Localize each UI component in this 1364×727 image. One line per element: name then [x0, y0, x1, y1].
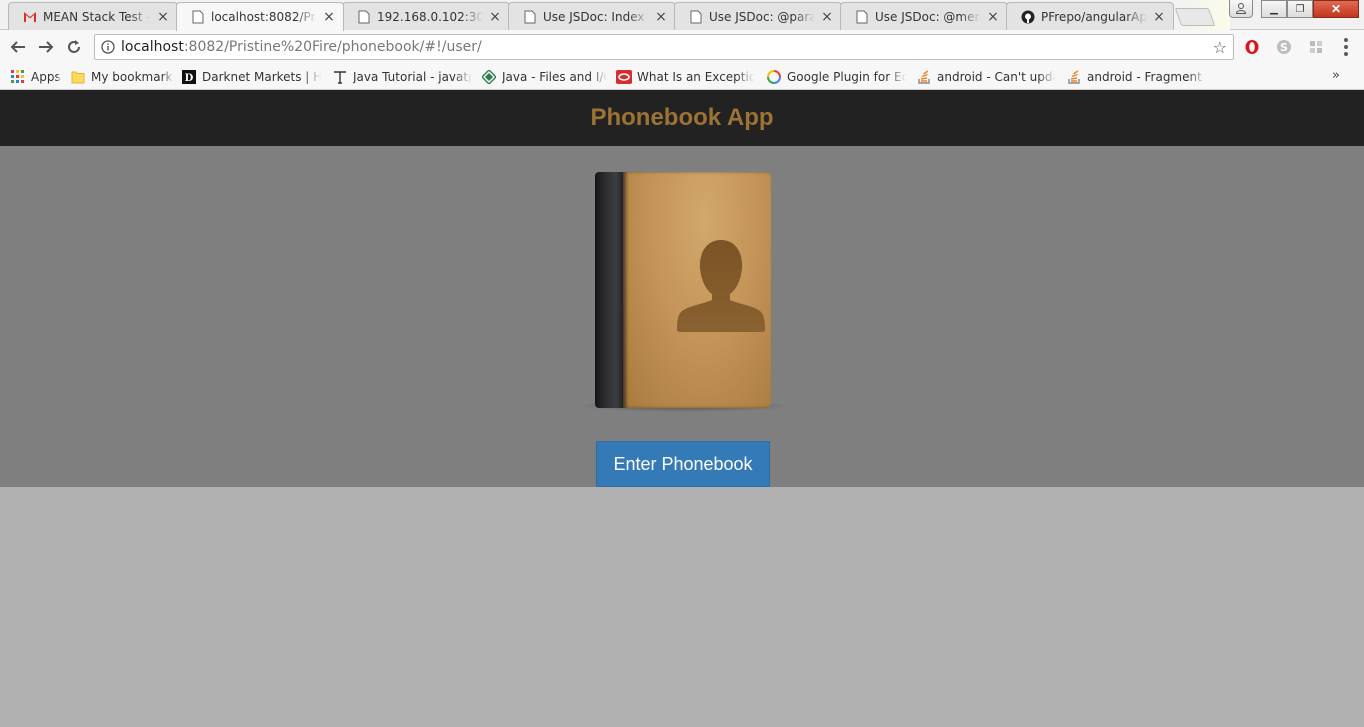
reload-icon [68, 40, 80, 53]
app-title: Phonebook App [590, 104, 774, 131]
tab-title: Use JSDoc: Index [543, 9, 645, 24]
puzzle-extension-icon[interactable] [1307, 38, 1325, 56]
bookmark-label: Apps [31, 70, 61, 84]
bookmark-android-update[interactable]: android - Can't updat [916, 68, 1056, 86]
back-arrow-icon [10, 41, 25, 53]
opera-extension-icon[interactable] [1243, 38, 1261, 56]
tab-title: Use JSDoc: @param [709, 9, 815, 24]
forward-button[interactable] [34, 35, 58, 59]
stackoverflow-icon [916, 69, 932, 85]
tab-title: 192.168.0.102:3000/ [377, 9, 483, 24]
book-spine [595, 172, 625, 408]
bookmark-folder[interactable]: My bookmarks [70, 68, 174, 86]
tab-jsdoc-index[interactable]: Use JSDoc: Index × [508, 2, 676, 30]
app-header: Phonebook App [0, 90, 1364, 146]
info-icon[interactable] [95, 40, 121, 54]
tab-title: localhost:8082/Pristine [211, 10, 317, 24]
bookmark-label: android - Fragment in [1087, 70, 1206, 84]
tab-jsdoc-member[interactable]: Use JSDoc: @memb × [840, 2, 1008, 30]
bookmark-label: android - Can't updat [937, 70, 1056, 84]
bookmark-oracle[interactable]: What Is an Exception? [616, 68, 754, 86]
tab-title: MEAN Stack Test - [43, 9, 151, 24]
bookmark-label: Java - Files and I/O [502, 70, 607, 84]
url-host: localhost [121, 39, 184, 55]
close-window-button[interactable]: ✕ [1313, 0, 1359, 18]
tab-close-icon[interactable]: × [985, 9, 1001, 25]
bookmarks-bar: Apps My bookmarks D Darknet Markets | Ho… [0, 64, 1364, 90]
profile-icon[interactable] [1229, 0, 1253, 18]
bookmark-label: What Is an Exception? [637, 70, 754, 84]
restore-button[interactable]: ❐ [1287, 0, 1313, 18]
page-icon [855, 10, 869, 24]
bookmark-label: My bookmarks [91, 70, 174, 84]
tab-title: PFrepo/angularApp [1041, 9, 1147, 24]
hero-section: Enter Phonebook [0, 146, 1364, 487]
page-icon [191, 10, 205, 24]
tab-close-icon[interactable]: × [653, 9, 669, 25]
bookmark-darknet[interactable]: D Darknet Markets | Ho [181, 68, 321, 86]
tab-jsdoc-param[interactable]: Use JSDoc: @param × [674, 2, 842, 30]
page-icon [357, 10, 371, 24]
reload-button[interactable] [62, 35, 86, 59]
tab-close-icon[interactable]: × [321, 9, 337, 25]
address-bar[interactable]: localhost:8082/Pristine%20Fire/phonebook… [94, 34, 1234, 60]
url-path: :8082/Pristine%20Fire/phonebook/#!/user/ [183, 39, 482, 55]
person-silhouette-icon [677, 240, 765, 332]
skype-extension-icon[interactable]: S [1275, 38, 1293, 56]
tab-github[interactable]: PFrepo/angularApp × [1006, 2, 1174, 30]
bookmark-label: Google Plugin for Ecli [787, 70, 906, 84]
apps-grid-icon [10, 69, 26, 85]
bookmark-javatpoint[interactable]: Java Tutorial - javatpo [332, 68, 472, 86]
tab-gmail[interactable]: MEAN Stack Test - × [8, 2, 178, 30]
github-icon [1021, 10, 1035, 24]
window-controls: ▁ ❐ ✕ [1261, 0, 1359, 18]
browser-menu-icon[interactable] [1342, 38, 1350, 56]
bookmark-google-plugin[interactable]: Google Plugin for Ecli [766, 68, 906, 86]
page-icon [689, 10, 703, 24]
back-button[interactable] [6, 35, 30, 59]
stackoverflow-icon [1066, 69, 1082, 85]
folder-icon [70, 69, 86, 85]
tab-192[interactable]: 192.168.0.102:3000/ × [342, 2, 510, 30]
diamond-icon [481, 69, 497, 85]
darknet-icon: D [181, 69, 197, 85]
tab-localhost[interactable]: localhost:8082/Pristine × [176, 2, 344, 31]
tab-close-icon[interactable]: × [487, 9, 503, 25]
tab-title: Use JSDoc: @memb [875, 9, 981, 24]
bookmark-star-icon[interactable]: ☆ [1213, 38, 1227, 57]
book-cover [623, 172, 771, 408]
browser-toolbar: localhost:8082/Pristine%20Fire/phonebook… [0, 30, 1364, 64]
bookmarks-overflow-button[interactable]: » [1332, 68, 1340, 83]
bookmark-label: Darknet Markets | Ho [202, 70, 321, 84]
contacts-book-icon [577, 172, 791, 412]
oracle-icon [616, 69, 632, 85]
forward-arrow-icon [39, 41, 54, 53]
tab-close-icon[interactable]: × [819, 9, 835, 25]
bookmark-java-io[interactable]: Java - Files and I/O [481, 68, 607, 86]
tab-close-icon[interactable]: × [155, 9, 171, 25]
bookmark-apps[interactable]: Apps [10, 68, 61, 86]
google-icon [766, 69, 782, 85]
enter-phonebook-button[interactable]: Enter Phonebook [596, 441, 770, 487]
bookmark-android-fragment[interactable]: android - Fragment in [1066, 68, 1206, 86]
minimize-button[interactable]: ▁ [1261, 0, 1287, 18]
text-icon [332, 69, 348, 85]
gmail-icon [23, 10, 37, 24]
tab-close-icon[interactable]: × [1151, 9, 1167, 25]
svg-text:S: S [1280, 41, 1288, 54]
page-icon [523, 10, 537, 24]
new-tab-button[interactable] [1174, 8, 1216, 26]
tab-strip: MEAN Stack Test - × localhost:8082/Prist… [0, 0, 1364, 31]
bookmark-label: Java Tutorial - javatpo [353, 70, 472, 84]
page-background [0, 487, 1364, 727]
svg-text:D: D [185, 73, 194, 84]
